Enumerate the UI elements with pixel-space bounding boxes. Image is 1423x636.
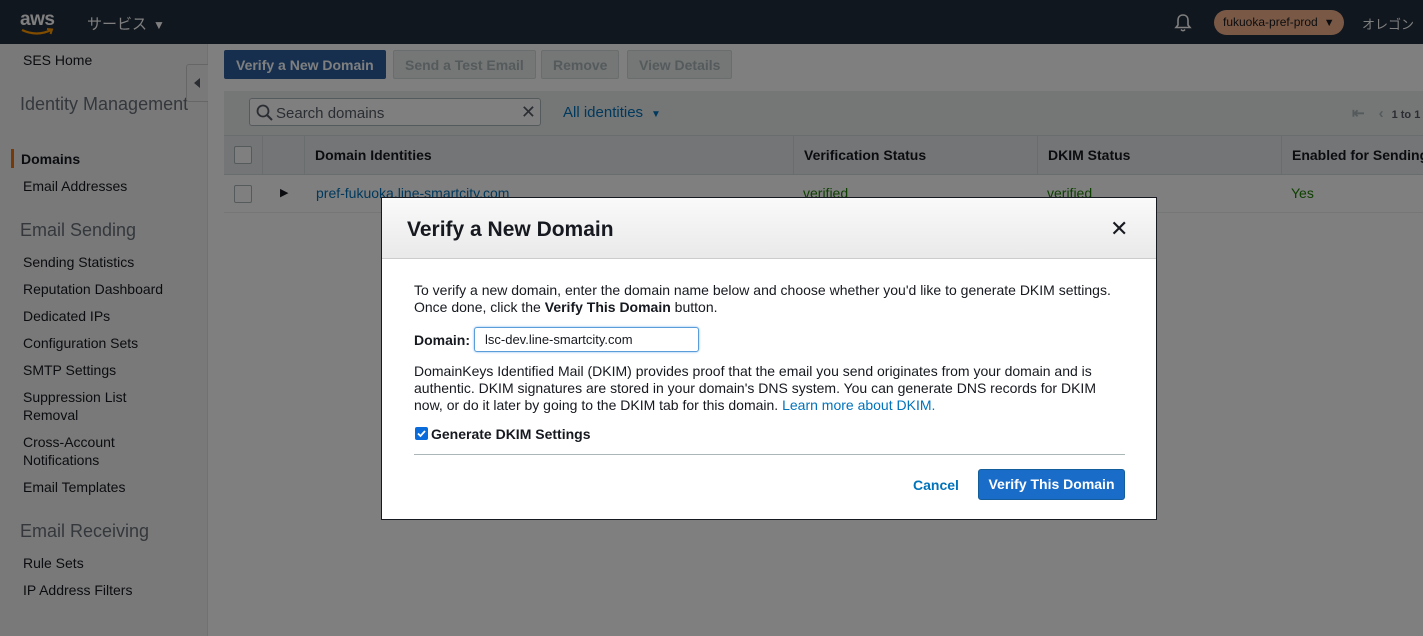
intro-prefix: Once done, click the — [414, 299, 545, 315]
intro-suffix: button. — [670, 299, 718, 315]
dialog-header: Verify a New Domain ✕ — [382, 198, 1156, 259]
dialog-title: Verify a New Domain — [407, 218, 614, 241]
dkim-line-2: authentic. DKIM signatures are stored in… — [414, 380, 1096, 396]
dkim-description: DomainKeys Identified Mail (DKIM) provid… — [414, 363, 1126, 414]
cancel-button[interactable]: Cancel — [913, 477, 959, 493]
verify-this-domain-button[interactable]: Verify This Domain — [978, 469, 1125, 500]
dkim-line-3: now, or do it later by going to the DKIM… — [414, 397, 1126, 414]
generate-dkim-label[interactable]: Generate DKIM Settings — [431, 426, 590, 442]
learn-more-dkim-link[interactable]: Learn more about DKIM. — [782, 397, 935, 413]
dialog-divider — [414, 454, 1125, 455]
close-icon[interactable]: ✕ — [1110, 218, 1128, 240]
verify-domain-dialog: Verify a New Domain ✕ To verify a new do… — [381, 197, 1157, 520]
intro-line-2: Once done, click the Verify This Domain … — [414, 299, 1126, 316]
checkmark-icon — [417, 430, 426, 438]
dkim-line-3-text: now, or do it later by going to the DKIM… — [414, 397, 783, 413]
intro-bold: Verify This Domain — [544, 299, 671, 315]
dkim-line-1: DomainKeys Identified Mail (DKIM) provid… — [414, 363, 1092, 379]
intro-line-1: To verify a new domain, enter the domain… — [414, 282, 1111, 298]
generate-dkim-checkbox[interactable] — [415, 427, 428, 440]
domain-input[interactable] — [474, 327, 699, 352]
domain-label: Domain: — [414, 332, 470, 348]
dialog-intro: To verify a new domain, enter the domain… — [414, 282, 1126, 316]
